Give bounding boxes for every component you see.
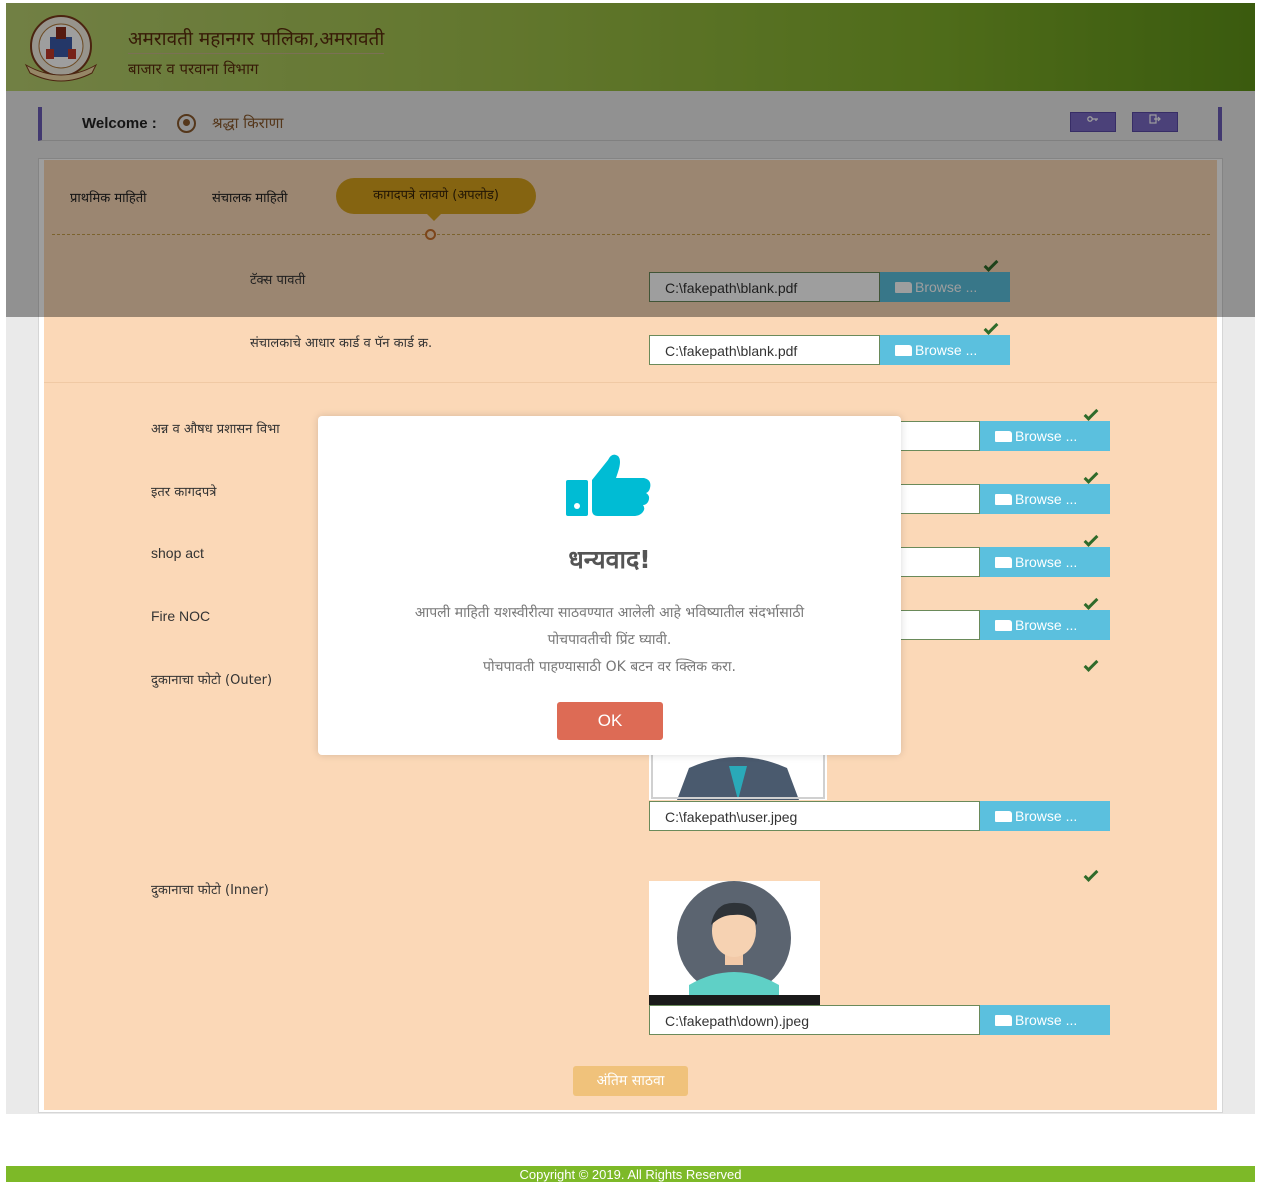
folder-open-icon <box>995 431 1012 442</box>
folder-open-icon <box>895 345 912 356</box>
check-icon <box>1083 867 1099 882</box>
dialog-title: धन्यवाद! <box>568 545 651 574</box>
inner-photo-preview <box>649 881 820 1005</box>
footer-copyright: Copyright © 2019. All Rights Reserved <box>6 1166 1255 1182</box>
dialog-line-1: आपली माहिती यशस्वीरीत्या साठवण्यात आलेली… <box>414 605 805 621</box>
other-docs-browse-button[interactable]: Browse ... <box>980 484 1110 514</box>
check-icon <box>983 320 999 335</box>
browse-label: Browse ... <box>1015 1012 1078 1028</box>
fire-noc-browse-button[interactable]: Browse ... <box>980 610 1110 640</box>
dialog-line-3: पोचपावती पाहण्यासाठी OK बटन वर क्लिक करा… <box>483 659 736 675</box>
user-avatar-image <box>649 881 820 1005</box>
label-other-docs: इतर कागदपत्रे <box>151 485 217 500</box>
folder-open-icon <box>995 620 1012 631</box>
label-fire-noc: Fire NOC <box>151 608 211 624</box>
final-save-button[interactable]: अंतिम साठवा <box>573 1066 688 1096</box>
inner-photo-browse-button[interactable]: Browse ... <box>980 1005 1110 1035</box>
check-icon <box>1083 595 1099 610</box>
dialog-line-2: पोचपावतीची प्रिंट घ्यावी. <box>547 632 672 648</box>
outer-photo-file-field[interactable]: C:\fakepath\user.jpeg <box>649 801 980 831</box>
ok-button[interactable]: OK <box>557 702 663 740</box>
label-aadhar-pan: संचालकाचे आधार कार्ड व पॅन कार्ड क्र. <box>250 336 433 351</box>
folder-open-icon <box>995 557 1012 568</box>
folder-open-icon <box>995 811 1012 822</box>
inner-photo-file-field[interactable]: C:\fakepath\down).jpeg <box>649 1005 980 1035</box>
modal-backdrop <box>6 3 1255 317</box>
check-icon <box>1083 406 1099 421</box>
aadhar-pan-browse-button[interactable]: Browse ... <box>880 335 1010 365</box>
thumbs-up-icon <box>566 454 651 516</box>
section-divider <box>44 382 1217 383</box>
outer-photo-browse-button[interactable]: Browse ... <box>980 801 1110 831</box>
browse-label: Browse ... <box>1015 808 1078 824</box>
dialog-message: आपली माहिती यशस्वीरीत्या साठवण्यात आलेली… <box>332 600 887 681</box>
browse-label: Browse ... <box>1015 491 1078 507</box>
folder-open-icon <box>995 1015 1012 1026</box>
browse-label: Browse ... <box>1015 617 1078 633</box>
label-shop-photo-inner: दुकानाचा फोटो (Inner) <box>151 883 269 898</box>
label-fda: अन्न व औषध प्रशासन विभा <box>151 422 280 437</box>
browse-label: Browse ... <box>915 342 978 358</box>
aadhar-pan-file-field[interactable]: C:\fakepath\blank.pdf <box>649 335 880 365</box>
check-icon <box>1083 657 1099 672</box>
label-shop-act: shop act <box>151 545 204 561</box>
folder-open-icon <box>995 494 1012 505</box>
label-shop-photo-outer: दुकानाचा फोटो (Outer) <box>151 673 273 688</box>
browse-label: Browse ... <box>1015 428 1078 444</box>
check-icon <box>1083 532 1099 547</box>
browse-label: Browse ... <box>1015 554 1078 570</box>
fda-browse-button[interactable]: Browse ... <box>980 421 1110 451</box>
success-dialog: धन्यवाद! आपली माहिती यशस्वीरीत्या साठवण्… <box>318 416 901 755</box>
check-icon <box>1083 469 1099 484</box>
shop-act-browse-button[interactable]: Browse ... <box>980 547 1110 577</box>
